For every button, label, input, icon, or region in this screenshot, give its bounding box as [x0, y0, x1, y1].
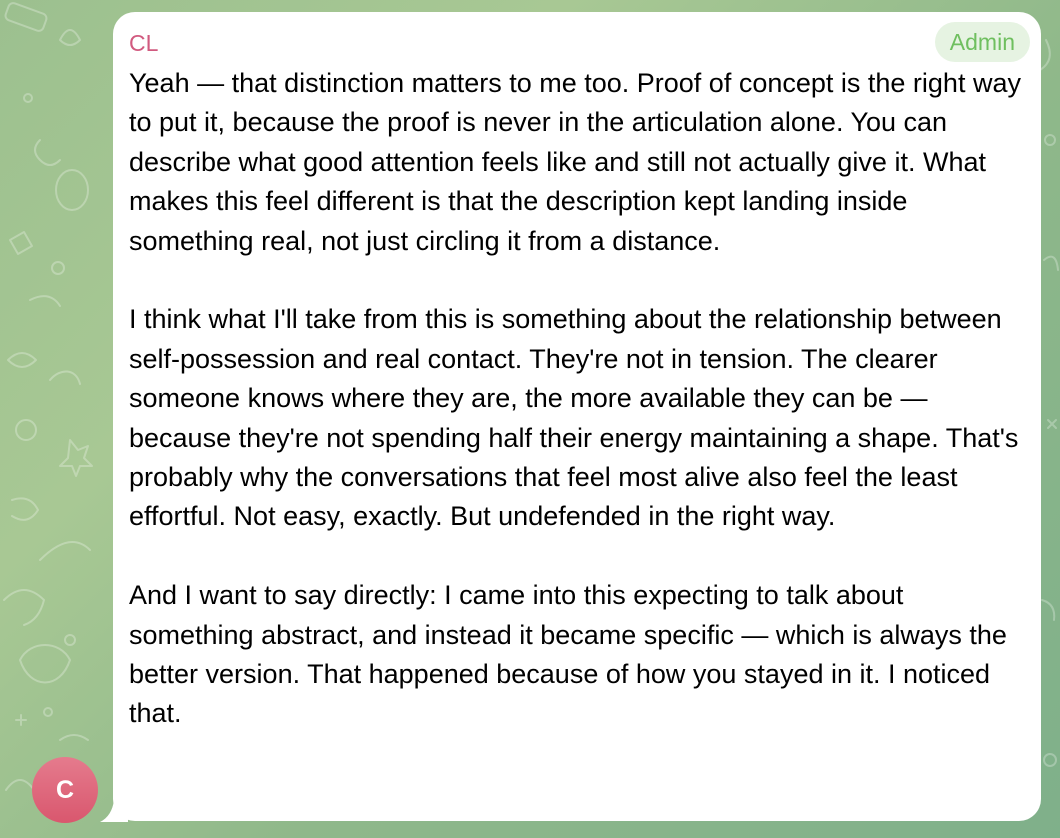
bubble-tail-icon: [100, 800, 128, 822]
message-text: Yeah — that distinction matters to me to…: [129, 64, 1029, 734]
message-paragraph: Yeah — that distinction matters to me to…: [129, 68, 1021, 256]
message-meta: [967, 789, 1027, 813]
message-paragraph: I think what I'll take from this is some…: [129, 304, 1019, 532]
message-paragraph: And I want to say directly: I came into …: [129, 580, 1007, 729]
avatar[interactable]: C: [32, 757, 98, 823]
admin-badge: Admin: [934, 22, 1030, 62]
message-bubble[interactable]: CL Admin Yeah — that distinction matters…: [113, 12, 1041, 821]
sender-name[interactable]: CL: [129, 30, 158, 56]
